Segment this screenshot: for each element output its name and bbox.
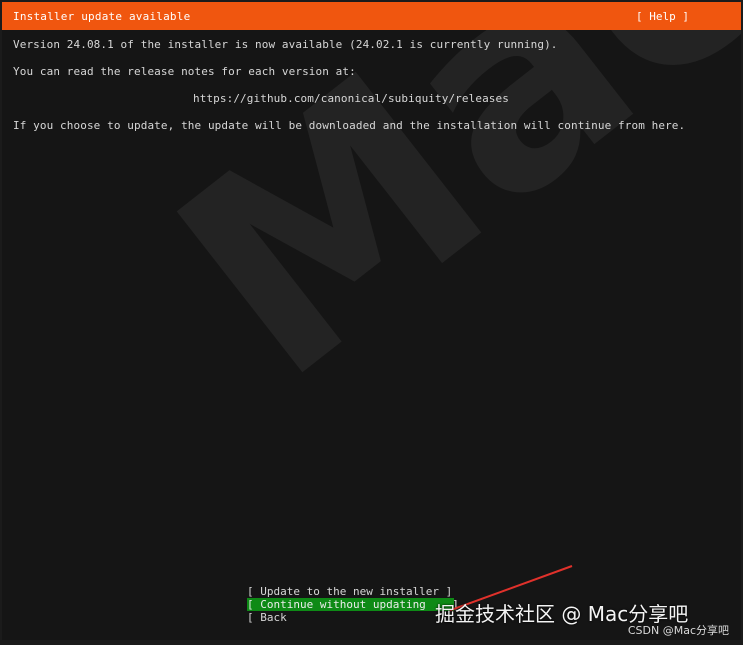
back-button[interactable]: [ Back [247,611,454,624]
header-bar: Installer update available [ Help ] [2,2,741,30]
action-menu: [ Update to the new installer ] [ Contin… [247,585,459,624]
csdn-watermark: CSDN @Mac分享吧 [627,624,729,637]
release-notes-url: https://github.com/canonical/subiquity/r… [193,92,509,105]
version-message: Version 24.08.1 of the installer is now … [13,38,558,51]
continue-without-updating-button[interactable]: [ Continue without updating ] [247,598,459,611]
release-notes-message: You can read the release notes for each … [13,65,356,78]
installer-screen: Mac分享 Installer update available [ Help … [2,2,741,640]
update-installer-button[interactable]: [ Update to the new installer ] [247,585,454,598]
update-choice-message: If you choose to update, the update will… [13,119,686,132]
screen-title: Installer update available [13,10,191,23]
help-button[interactable]: [ Help ] [636,10,689,23]
